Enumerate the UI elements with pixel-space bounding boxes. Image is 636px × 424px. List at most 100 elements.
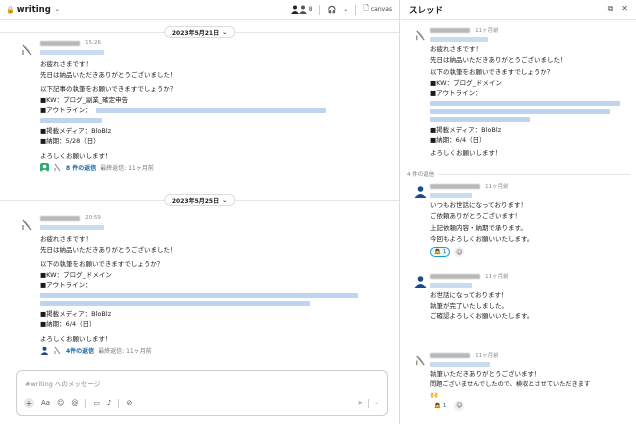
microphone-icon[interactable]: ♪ — [107, 399, 111, 407]
chevron-down-icon[interactable]: ⌄ — [343, 6, 348, 13]
outline-link[interactable] — [430, 100, 620, 106]
message-text: お疲れさまです！ — [40, 60, 92, 68]
message[interactable]: 15:26 お疲れさまです！ 先日は納品いただきありがとうございました！ 以下記… — [0, 39, 399, 204]
sender-name[interactable] — [40, 215, 80, 221]
message-time[interactable]: 20:59 — [85, 215, 101, 221]
reply-count[interactable]: 4件の返信 — [66, 346, 94, 355]
outline-link[interactable] — [95, 107, 326, 113]
reaction-button[interactable]: 🙇 1 — [430, 401, 450, 411]
message-text: ■納期：5/28（日） — [40, 137, 100, 145]
formatting-button[interactable]: Aa — [41, 399, 50, 407]
canvas-button[interactable]: 🗋 canvas — [363, 4, 392, 15]
toolbar-divider — [355, 4, 357, 15]
lock-icon: 🔒 — [6, 5, 15, 14]
reply-count[interactable]: 8 件の返信 — [66, 163, 96, 172]
avatar[interactable] — [20, 218, 34, 232]
message-text: ■KW：ブログ_ドメイン — [430, 78, 502, 87]
avatar[interactable] — [20, 43, 34, 57]
canvas-label: canvas — [370, 6, 392, 13]
reactions: 🙇 1 ☺ — [430, 400, 630, 411]
outline-link[interactable] — [40, 300, 310, 306]
chevron-down-icon: ⌄ — [54, 6, 60, 13]
channel-name: writing — [16, 4, 51, 15]
message-text: 執筆が完了いたしました。 — [430, 301, 508, 310]
thread-replies-link[interactable]: 4件の返信 最終返信: 11ヶ月前 — [40, 346, 391, 355]
add-reaction-icon[interactable]: ☺ — [454, 400, 465, 411]
channel-header: 🔒 writing ⌄ 8 🎧 ⌄ 🗋 canvas — [0, 0, 400, 20]
message-time[interactable]: 11ヶ月前 — [485, 274, 509, 280]
message-text: よろしくお願いします！ — [40, 334, 112, 343]
outline-link[interactable] — [430, 108, 610, 114]
message-text: 先日は納品いただきありがとうございました！ — [430, 55, 567, 64]
thread-reply[interactable]: 11ヶ月前 お世話になっております！ 執筆が完了いたしました。 ご確認よろしくお… — [401, 272, 636, 342]
reactions: 🙇 1 ☺ — [430, 247, 630, 257]
message-text: 問題ございませんでしたので、検収とさせていただきます — [430, 380, 591, 388]
composer-placeholder[interactable]: #writing へのメッセージ — [25, 378, 100, 388]
thread-replies-link[interactable]: 8 件の返信 最終返信: 11ヶ月前 — [40, 163, 391, 172]
message-composer[interactable]: #writing へのメッセージ + Aa ☺ @ ▭ ♪ ⊘ ➤ ⌄ — [16, 370, 388, 416]
message-time[interactable]: 11ヶ月前 — [485, 184, 509, 190]
message-text: ■KW：ブログ_副業_確定申告 — [40, 95, 129, 104]
message-text: お疲れさまです！ — [40, 235, 92, 243]
channel-pane: 🔒 writing ⌄ 8 🎧 ⌄ 🗋 canvas 2023年5月21日 ⌄ … — [0, 0, 400, 424]
date-divider: 2023年5月25日 ⌄ — [0, 194, 399, 206]
date-jump-button[interactable]: 2023年5月21日 ⌄ — [163, 26, 236, 38]
avatar — [54, 346, 61, 355]
reaction-count: 1 — [442, 249, 447, 255]
avatar[interactable] — [414, 29, 427, 42]
close-icon[interactable]: ✕ — [621, 4, 628, 14]
date-jump-button[interactable]: 2023年5月25日 ⌄ — [163, 194, 236, 206]
avatar[interactable] — [414, 185, 427, 198]
sender-name[interactable] — [430, 183, 480, 189]
message-body: 15:26 お疲れさまです！ 先日は納品いただきありがとうございました！ 以下記… — [40, 39, 391, 172]
avatar[interactable] — [414, 275, 427, 288]
date-divider: 2023年5月21日 ⌄ — [0, 26, 399, 38]
chevron-down-icon[interactable]: ⌄ — [374, 399, 379, 408]
headphones-icon[interactable]: 🎧 — [327, 6, 336, 14]
channel-title-button[interactable]: 🔒 writing ⌄ — [6, 5, 60, 15]
message-list[interactable]: 2023年5月21日 ⌄ 15:26 お疲れさまです！ 先日は納品いただきありが… — [0, 21, 399, 366]
bow-emoji-icon: 🙇 — [434, 249, 441, 255]
message-time[interactable]: 15:26 — [85, 40, 101, 46]
emoji-icon[interactable]: ☺ — [57, 399, 64, 407]
thread-root-message[interactable]: 11ヶ月前 お疲れさまです！ 先日は納品いただきありがとうございました！ 以下の… — [401, 26, 636, 166]
thread-title: スレッド — [409, 5, 444, 16]
message-time[interactable]: 11ヶ月前 — [475, 353, 499, 359]
video-icon[interactable]: ▭ — [93, 399, 100, 407]
outline-link[interactable] — [40, 117, 102, 123]
sender-name[interactable] — [430, 27, 470, 33]
sender-name[interactable] — [430, 273, 480, 279]
message-text: 🙌 — [430, 391, 439, 399]
message-body: 11ヶ月前 執筆いただきありがとうございます！ 問題ございませんでしたので、検収… — [430, 351, 630, 411]
sender-name[interactable] — [430, 352, 470, 358]
outline-link[interactable] — [40, 292, 358, 298]
thread-reply[interactable]: 11ヶ月前 執筆いただきありがとうございます！ 問題ございませんでしたので、検収… — [401, 351, 636, 423]
message-text: ■アウトライン： — [430, 89, 482, 97]
thread-header-actions: ⧉ ✕ — [608, 4, 628, 14]
message-text: 執筆いただきありがとうございます！ — [430, 370, 541, 378]
canvas-icon: 🗋 — [363, 4, 369, 12]
toolbar-divider — [367, 399, 369, 408]
members-button[interactable]: 8 — [290, 5, 313, 14]
message-text: 以下記事の執筆をお願いできますでしょうか？ — [40, 85, 177, 93]
member-count: 8 — [308, 6, 313, 13]
mention-icon[interactable]: @ — [71, 399, 78, 407]
plus-icon[interactable]: + — [24, 398, 34, 408]
shortcut-icon[interactable]: ⊘ — [126, 399, 132, 407]
open-in-window-icon[interactable]: ⧉ — [608, 4, 614, 14]
avatar[interactable] — [414, 354, 427, 367]
message-text: ■掲載メディア：BloBlz — [430, 125, 502, 134]
reaction-button[interactable]: 🙇 1 — [430, 247, 451, 257]
thread-header: スレッド ⧉ ✕ — [401, 0, 636, 20]
sender-name[interactable] — [40, 40, 80, 46]
message-time[interactable]: 11ヶ月前 — [475, 28, 499, 34]
outline-link[interactable] — [430, 116, 530, 122]
last-reply-time: 最終返信: 11ヶ月前 — [98, 348, 152, 355]
message-text: ■掲載メディア：BloBlz — [40, 126, 112, 135]
message[interactable]: 20:59 お疲れさまです！ 先日は納品いただきありがとうございました！ 以下の… — [0, 214, 399, 366]
message-text: ■納期：6/4（日） — [430, 136, 486, 144]
member-avatar-icon — [290, 5, 299, 14]
thread-reply[interactable]: 11ヶ月前 いつもお世話になっております！ ご依頼ありがとうございます！ 上記依… — [401, 182, 636, 267]
send-icon[interactable]: ➤ — [357, 399, 363, 408]
add-reaction-icon[interactable]: ☺ — [454, 247, 465, 257]
